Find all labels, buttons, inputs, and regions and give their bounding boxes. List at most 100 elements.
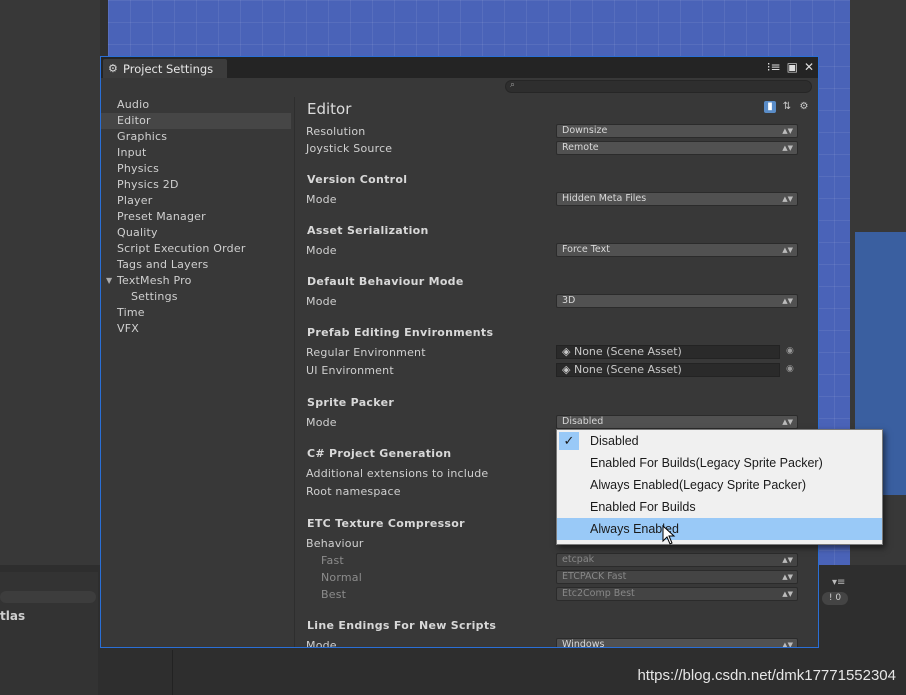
project-search-input[interactable]	[0, 591, 96, 603]
menu-icon[interactable]: ⁝≡	[767, 59, 781, 75]
prefab-env-heading: Prefab Editing Environments	[307, 326, 494, 339]
sidebar-item-physics[interactable]: Physics	[101, 161, 291, 177]
console-tools: ▾≡ ! 0	[820, 575, 852, 605]
dropdown-arrow-icon: ▲▼	[782, 590, 793, 598]
behaviour-label: Behaviour	[306, 537, 364, 550]
normal-dropdown: ETCPACK Fast ▲▼	[556, 570, 798, 584]
sidebar-item-audio[interactable]: Audio	[101, 97, 291, 113]
sprite-packer-mode-menu: ✓ Disabled Enabled For Builds(Legacy Spr…	[556, 429, 883, 545]
project-settings-window: ⚙ Project Settings ⁝≡ ▣ ✕ ⌕ Audio Editor…	[100, 56, 819, 648]
window-title: Project Settings	[123, 61, 214, 76]
sidebar-item-quality[interactable]: Quality	[101, 225, 291, 241]
sidebar-item-textmesh-pro[interactable]: ▼ TextMesh Pro	[101, 273, 291, 289]
object-field-value: None (Scene Asset)	[573, 363, 682, 376]
default-behaviour-mode-label: Mode	[306, 295, 337, 308]
watermark-url: https://blog.csdn.net/dmk17771552304	[637, 667, 896, 684]
dropdown-arrow-icon: ▲▼	[782, 556, 793, 564]
help-book-icon[interactable]: ▮	[764, 101, 776, 113]
error-count-badge[interactable]: ! 0	[822, 592, 848, 605]
sidebar-item-vfx[interactable]: VFX	[101, 321, 291, 337]
line-endings-heading: Line Endings For New Scripts	[307, 619, 497, 632]
sprite-packer-heading: Sprite Packer	[307, 396, 395, 409]
object-picker-icon[interactable]: ◉	[786, 364, 794, 374]
resolution-dropdown[interactable]: Downsize ▲▼	[556, 124, 798, 138]
version-control-mode-label: Mode	[306, 193, 337, 206]
sidebar-item-editor[interactable]: Editor	[101, 113, 291, 129]
menu-item-disabled[interactable]: ✓ Disabled	[557, 430, 882, 452]
dropdown-arrow-icon: ▲▼	[782, 418, 793, 426]
resolution-label: Resolution	[306, 125, 366, 138]
sprite-packer-mode-label: Mode	[306, 416, 337, 429]
csharp-heading: C# Project Generation	[307, 447, 452, 460]
dropdown-value: Disabled	[562, 416, 604, 427]
fast-dropdown: etcpak ▲▼	[556, 553, 798, 567]
menu-icon[interactable]: ▾≡	[832, 577, 845, 588]
gear-icon[interactable]: ⚙	[798, 101, 808, 113]
sidebar-item-textmesh-settings[interactable]: Settings	[101, 289, 291, 305]
line-endings-mode-dropdown[interactable]: Windows ▲▼	[556, 638, 798, 647]
dropdown-value: 3D	[562, 295, 576, 306]
object-picker-icon[interactable]: ◉	[786, 346, 794, 356]
gear-icon: ⚙	[108, 61, 118, 75]
dropdown-value: Downsize	[562, 125, 608, 136]
sidebar-item-player[interactable]: Player	[101, 193, 291, 209]
dropdown-value: Remote	[562, 142, 599, 153]
maximize-icon[interactable]: ▣	[787, 59, 798, 75]
version-control-mode-dropdown[interactable]: Hidden Meta Files ▲▼	[556, 192, 798, 206]
sidebar-item-preset-manager[interactable]: Preset Manager	[101, 209, 291, 225]
line-endings-mode-label: Mode	[306, 639, 337, 647]
dropdown-arrow-icon: ▲▼	[782, 144, 793, 152]
header-icons: ▮ ⇅ ⚙	[764, 101, 808, 113]
fast-label: Fast	[321, 554, 344, 567]
default-behaviour-heading: Default Behaviour Mode	[307, 275, 464, 288]
sidebar-item-graphics[interactable]: Graphics	[101, 129, 291, 145]
menu-item-enabled-for-builds-legacy[interactable]: Enabled For Builds(Legacy Sprite Packer)	[557, 452, 882, 474]
default-behaviour-mode-dropdown[interactable]: 3D ▲▼	[556, 294, 798, 308]
window-controls: ⁝≡ ▣ ✕	[767, 59, 814, 75]
dropdown-value: Hidden Meta Files	[562, 193, 647, 204]
ui-environment-label: UI Environment	[306, 364, 394, 377]
dropdown-arrow-icon: ▲▼	[782, 127, 793, 135]
dropdown-arrow-icon: ▲▼	[782, 195, 793, 203]
sprite-packer-mode-dropdown[interactable]: Disabled ▲▼	[556, 415, 798, 429]
sidebar-divider[interactable]	[294, 97, 295, 647]
joystick-source-dropdown[interactable]: Remote ▲▼	[556, 141, 798, 155]
ui-environment-field[interactable]: ◈ None (Scene Asset)	[556, 363, 780, 377]
hierarchy-panel	[0, 0, 105, 565]
checkmark-icon: ✓	[559, 432, 579, 450]
settings-search-input[interactable]: ⌕	[505, 80, 812, 93]
version-control-heading: Version Control	[307, 173, 408, 186]
menu-item-enabled-for-builds[interactable]: Enabled For Builds	[557, 496, 882, 518]
dropdown-arrow-icon: ▲▼	[782, 246, 793, 254]
menu-item-always-enabled[interactable]: Always Enabled	[557, 518, 882, 540]
close-icon[interactable]: ✕	[804, 59, 814, 75]
sidebar-item-time[interactable]: Time	[101, 305, 291, 321]
sidebar-item-script-execution-order[interactable]: Script Execution Order	[101, 241, 291, 257]
sidebar-item-input[interactable]: Input	[101, 145, 291, 161]
asset-serialization-heading: Asset Serialization	[307, 224, 429, 237]
sidebar-item-physics-2d[interactable]: Physics 2D	[101, 177, 291, 193]
dropdown-value: etcpak	[562, 554, 595, 565]
additional-extensions-label: Additional extensions to include	[306, 467, 489, 480]
sidebar-item-tags-and-layers[interactable]: Tags and Layers	[101, 257, 291, 273]
object-field-value: None (Scene Asset)	[573, 345, 682, 358]
error-icon: !	[828, 593, 833, 603]
title-bar[interactable]: ⚙ Project Settings ⁝≡ ▣ ✕	[101, 57, 818, 78]
joystick-source-label: Joystick Source	[306, 142, 393, 155]
window-tab[interactable]: ⚙ Project Settings	[103, 59, 227, 78]
expand-triangle-icon[interactable]: ▼	[106, 273, 112, 289]
best-dropdown: Etc2Comp Best ▲▼	[556, 587, 798, 601]
mouse-cursor-icon	[662, 525, 676, 545]
menu-item-always-enabled-legacy[interactable]: Always Enabled(Legacy Sprite Packer)	[557, 474, 882, 496]
dropdown-value: Windows	[562, 639, 605, 647]
panel-divider	[172, 650, 173, 695]
root-namespace-label: Root namespace	[306, 485, 401, 498]
asset-serialization-mode-dropdown[interactable]: Force Text ▲▼	[556, 243, 798, 257]
etc-heading: ETC Texture Compressor	[307, 517, 465, 530]
atlas-label: tlas	[0, 609, 26, 623]
normal-label: Normal	[321, 571, 362, 584]
regular-environment-field[interactable]: ◈ None (Scene Asset)	[556, 345, 780, 359]
sidebar-item-label: TextMesh Pro	[117, 274, 192, 287]
dropdown-arrow-icon: ▲▼	[782, 573, 793, 581]
preset-icon[interactable]: ⇅	[781, 101, 793, 113]
